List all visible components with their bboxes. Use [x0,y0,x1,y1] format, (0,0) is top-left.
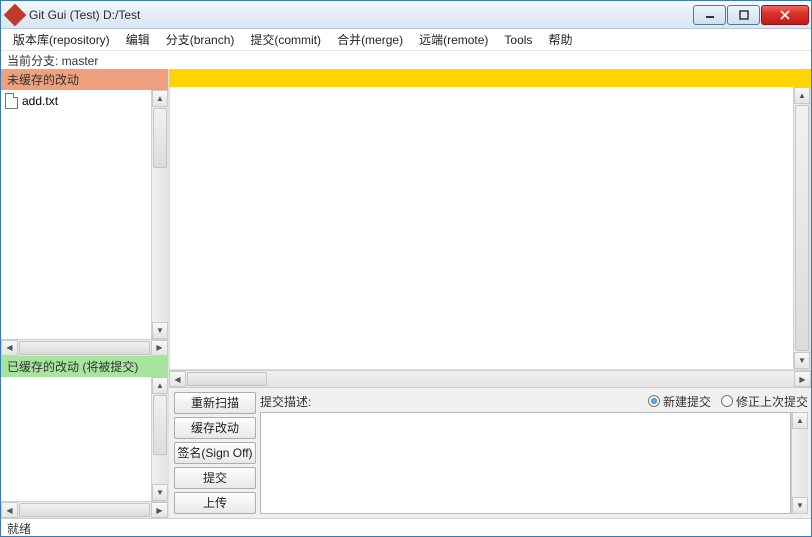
unstaged-header: 未缓存的改动 [1,69,168,90]
status-bar: 就绪 [1,518,811,536]
file-name: add.txt [22,94,58,108]
radio-amend-commit[interactable]: 修正上次提交 [721,393,808,410]
scroll-thumb[interactable] [795,105,809,351]
menu-help[interactable]: 帮助 [540,28,580,51]
radio-dot-icon [648,395,660,407]
unstaged-hscroll-row: ◀ ▶ [1,339,168,356]
right-column: ▲ ▼ ◀ ▶ 重新扫描 缓存改动 签名(Sign Off) 提交 [169,69,811,518]
app-window: Git Gui (Test) D:/Test 版本库(repository) 编… [0,0,812,537]
maximize-button[interactable] [727,5,760,25]
diff-header [169,69,811,87]
commit-top-row: 提交描述: 新建提交 修正上次提交 [260,392,808,410]
unstaged-file-list[interactable]: add.txt [1,90,151,339]
unstaged-pane: add.txt ▲ ▼ [1,90,168,339]
diff-area: ▲ ▼ [169,87,811,370]
menu-edit[interactable]: 编辑 [118,28,158,51]
radio-new-commit[interactable]: 新建提交 [648,393,711,410]
app-icon [4,3,27,26]
scroll-up-icon[interactable]: ▲ [152,377,168,394]
scroll-up-icon[interactable]: ▲ [792,412,808,429]
signoff-button[interactable]: 签名(Sign Off) [174,442,256,464]
scroll-up-icon[interactable]: ▲ [152,90,168,107]
staged-pane: ▲ ▼ [1,377,168,501]
menubar: 版本库(repository) 编辑 分支(branch) 提交(commit)… [1,29,811,51]
window-title: Git Gui (Test) D:/Test [29,8,693,22]
unstaged-hscrollbar[interactable]: ◀ ▶ [1,339,168,356]
commit-panel: 重新扫描 缓存改动 签名(Sign Off) 提交 上传 提交描述: 新建提交 [169,387,811,518]
commit-msg-vscrollbar[interactable]: ▲ ▼ [791,412,808,514]
diff-viewer[interactable] [170,87,793,369]
staged-file-list[interactable] [1,377,151,501]
scroll-left-icon[interactable]: ◀ [1,502,18,518]
stage-button[interactable]: 缓存改动 [174,417,256,439]
close-button[interactable] [761,5,809,25]
diff-vscrollbar[interactable]: ▲ ▼ [793,87,810,369]
rescan-button[interactable]: 重新扫描 [174,392,256,414]
scroll-left-icon[interactable]: ◀ [169,371,186,387]
staged-vscrollbar[interactable]: ▲ ▼ [151,377,168,501]
scroll-thumb[interactable] [19,341,150,355]
menu-repository[interactable]: 版本库(repository) [5,28,118,51]
main-area: 未缓存的改动 add.txt ▲ ▼ ◀ ▶ [1,69,811,518]
minimize-button[interactable] [693,5,726,25]
menu-branch[interactable]: 分支(branch) [158,28,243,51]
radio-amend-label: 修正上次提交 [736,393,808,410]
scroll-thumb[interactable] [153,108,167,168]
scroll-right-icon[interactable]: ▶ [151,502,168,518]
menu-tools[interactable]: Tools [496,30,540,50]
radio-new-label: 新建提交 [663,393,711,410]
scroll-down-icon[interactable]: ▼ [792,497,808,514]
scroll-thumb[interactable] [153,395,167,455]
staged-header: 已缓存的改动 (将被提交) [1,356,168,377]
diff-hscroll-row: ◀ ▶ [169,370,811,387]
left-column: 未缓存的改动 add.txt ▲ ▼ ◀ ▶ [1,69,169,518]
commit-button[interactable]: 提交 [174,467,256,489]
status-text: 就绪 [7,522,31,536]
commit-message-input[interactable] [260,412,791,514]
current-branch-label: 当前分支: master [1,51,811,69]
unstaged-vscrollbar[interactable]: ▲ ▼ [151,90,168,339]
menu-commit[interactable]: 提交(commit) [242,28,329,51]
file-icon [5,93,18,109]
menu-merge[interactable]: 合并(merge) [329,28,411,51]
titlebar: Git Gui (Test) D:/Test [1,1,811,29]
staged-hscroll-row: ◀ ▶ [1,501,168,518]
push-button[interactable]: 上传 [174,492,256,514]
commit-message-label: 提交描述: [260,393,313,410]
scroll-right-icon[interactable]: ▶ [794,371,811,387]
scroll-thumb[interactable] [187,372,267,386]
scroll-right-icon[interactable]: ▶ [151,340,168,356]
menu-remote[interactable]: 远端(remote) [411,28,496,51]
scroll-left-icon[interactable]: ◀ [1,340,18,356]
scroll-down-icon[interactable]: ▼ [794,352,810,369]
diff-hscrollbar[interactable]: ◀ ▶ [169,370,811,387]
staged-hscrollbar[interactable]: ◀ ▶ [1,501,168,518]
radio-dot-icon [721,395,733,407]
commit-right: 提交描述: 新建提交 修正上次提交 [260,392,808,514]
commit-message-area: ▲ ▼ [260,412,808,514]
scroll-down-icon[interactable]: ▼ [152,322,168,339]
scroll-thumb[interactable] [19,503,150,517]
commit-button-column: 重新扫描 缓存改动 签名(Sign Off) 提交 上传 [174,392,256,514]
list-item[interactable]: add.txt [5,92,147,110]
scroll-up-icon[interactable]: ▲ [794,87,810,104]
window-controls [693,5,809,25]
scroll-down-icon[interactable]: ▼ [152,484,168,501]
